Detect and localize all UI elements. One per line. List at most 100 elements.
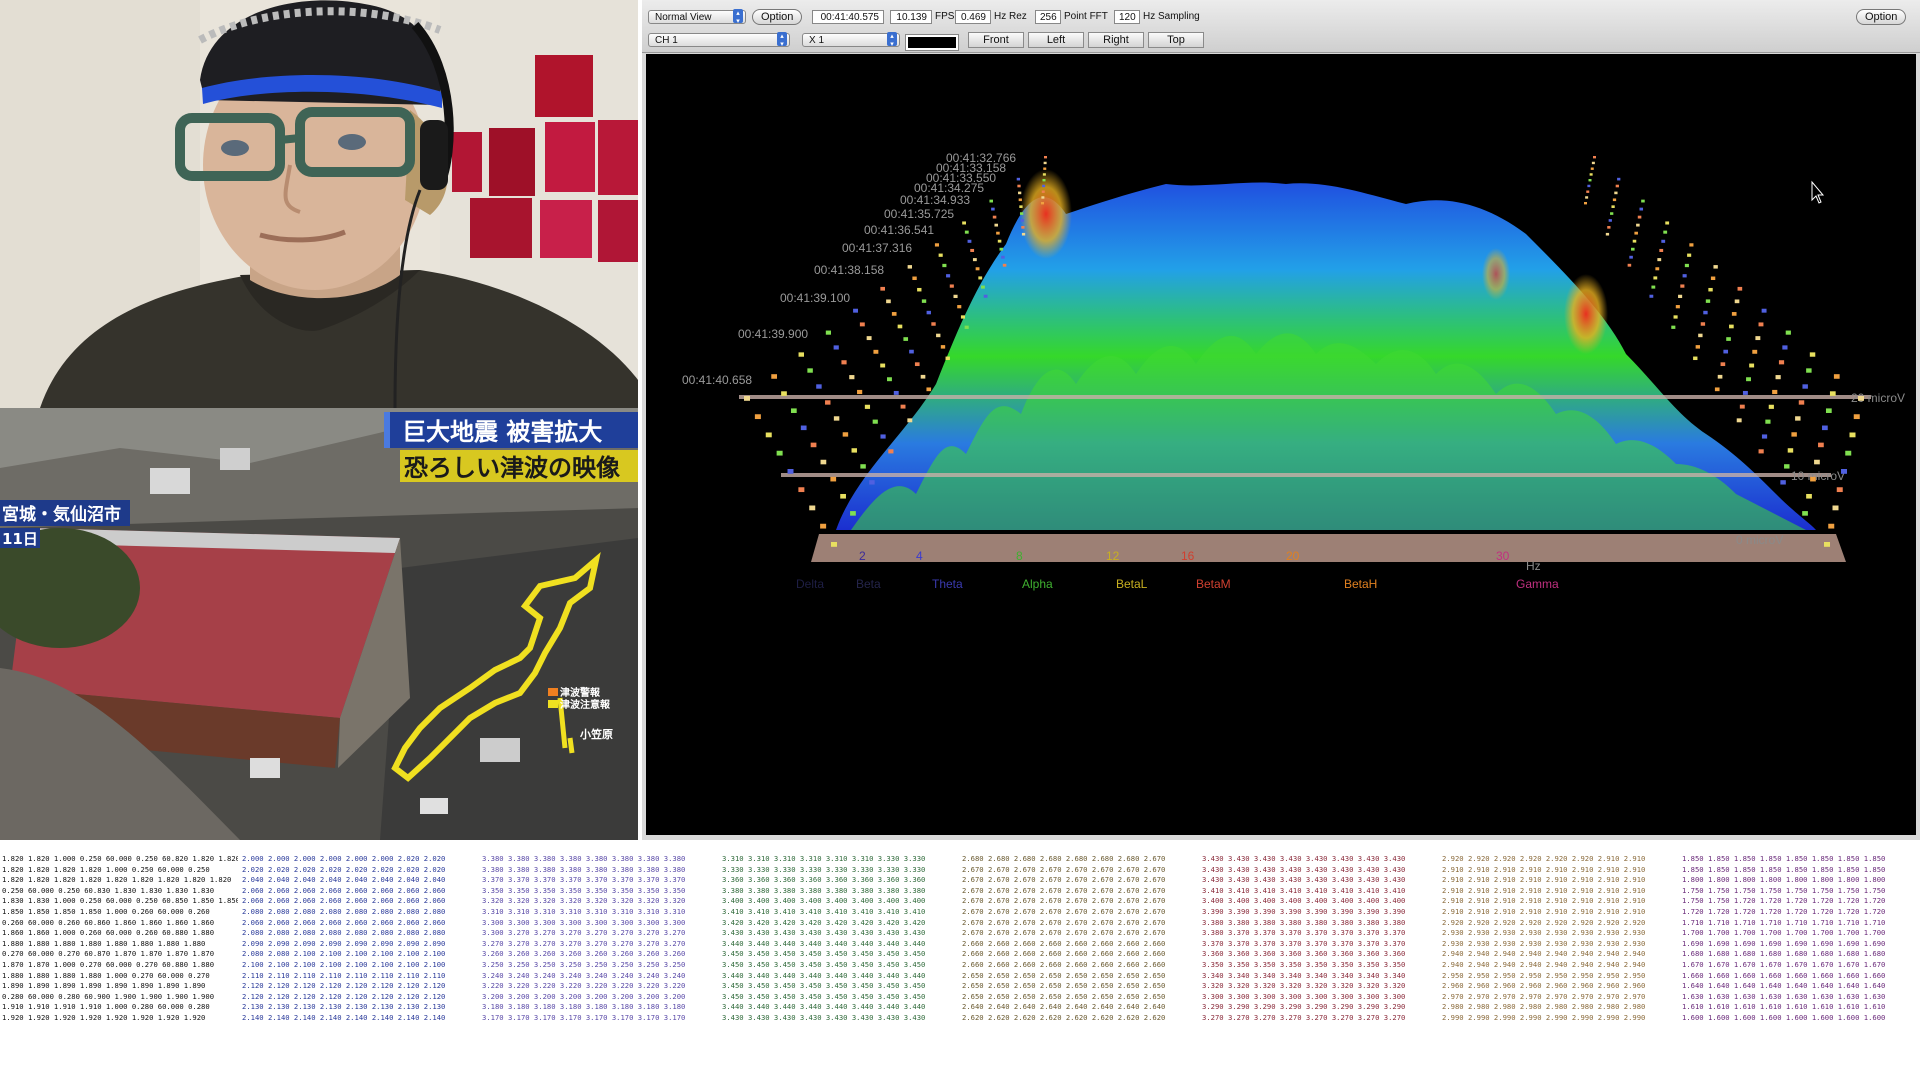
data-row: 2.020 2.020 2.020 2.020 2.020 2.020 2.02… xyxy=(242,864,446,874)
data-row: 2.620 2.620 2.620 2.620 2.620 2.620 2.62… xyxy=(962,1012,1166,1022)
grid-marker xyxy=(1659,248,1664,252)
data-row: 2.670 2.670 2.670 2.670 2.670 2.670 2.67… xyxy=(962,896,1166,906)
grid-marker xyxy=(880,434,886,439)
data-column-3: 3.380 3.380 3.380 3.380 3.380 3.380 3.38… xyxy=(482,854,718,1024)
channel-select[interactable]: CH 1 xyxy=(648,32,790,47)
data-row: 2.650 2.650 2.650 2.650 2.650 2.650 2.65… xyxy=(962,981,1166,991)
toolbar: Normal View Option 00:41:40.575 10.139 F… xyxy=(642,0,1920,53)
webcam-video-panel xyxy=(0,0,638,408)
grid-marker xyxy=(1629,255,1633,259)
band-delta: Delta xyxy=(796,577,824,591)
grid-marker xyxy=(1810,476,1816,482)
data-row: 2.670 2.670 2.670 2.670 2.670 2.670 2.67… xyxy=(962,875,1166,885)
data-row: 3.370 3.370 3.370 3.370 3.370 3.370 3.37… xyxy=(482,875,686,885)
data-row: 1.850 1.850 1.850 1.850 1.850 1.850 1.85… xyxy=(1682,864,1886,874)
grid-marker xyxy=(1853,414,1860,420)
grid-marker xyxy=(1761,434,1768,439)
grid-marker xyxy=(1675,305,1680,309)
data-row: 3.450 3.450 3.450 3.450 3.450 3.450 3.45… xyxy=(722,959,926,969)
data-row: 3.430 3.430 3.430 3.430 3.430 3.430 3.43… xyxy=(722,928,926,938)
eeg-3d-spectrum-plot[interactable]: 20 microV 10 microV 0 microV 00:41:40.65… xyxy=(646,54,1916,835)
grid-marker xyxy=(825,400,831,405)
data-row: 0.270 60.000 0.270 60.870 1.870 1.870 1.… xyxy=(2,949,215,959)
data-row: 1.910 1.910 1.910 1.910 1.000 0.280 60.0… xyxy=(2,1002,210,1012)
data-row: 0.260 60.000 0.260 60.860 1.860 1.860 1.… xyxy=(2,917,215,927)
view-right-button[interactable]: Right xyxy=(1088,32,1144,48)
grid-marker xyxy=(851,448,857,453)
grid-marker xyxy=(849,375,855,380)
hz-rez-field: 0.469 xyxy=(955,10,991,24)
grid-marker xyxy=(989,199,993,203)
view-mode-select[interactable]: Normal View xyxy=(648,9,746,24)
data-row: 2.920 2.920 2.920 2.920 2.920 2.920 2.91… xyxy=(1442,854,1646,863)
data-column-7: 2.920 2.920 2.920 2.920 2.920 2.920 2.91… xyxy=(1442,854,1678,1024)
grid-marker xyxy=(957,305,962,309)
tv-headline-2: 恐ろしい津波の映像 xyxy=(404,454,621,482)
data-row: 2.910 2.910 2.910 2.910 2.910 2.910 2.91… xyxy=(1442,896,1646,906)
grid-marker xyxy=(1044,156,1047,159)
grid-marker xyxy=(945,356,950,361)
data-row: 3.380 3.370 3.370 3.370 3.370 3.370 3.37… xyxy=(1202,928,1406,938)
grid-marker xyxy=(970,248,975,252)
data-row: 3.290 3.290 3.290 3.290 3.290 3.290 3.29… xyxy=(1202,1002,1406,1012)
grid-marker xyxy=(964,325,969,329)
grid-marker xyxy=(798,352,804,357)
view-top-button[interactable]: Top xyxy=(1148,32,1204,48)
grid-marker xyxy=(841,360,847,365)
grid-marker xyxy=(1665,221,1670,225)
grid-marker xyxy=(960,315,966,319)
scale-select[interactable]: X 1 xyxy=(802,32,900,47)
view-front-button[interactable]: Front xyxy=(968,32,1024,48)
data-row: 2.080 2.080 2.100 2.100 2.100 2.100 2.10… xyxy=(242,949,446,959)
grid-marker xyxy=(1041,190,1045,193)
view-left-button[interactable]: Left xyxy=(1028,32,1084,48)
grid-marker xyxy=(1742,390,1748,395)
data-row: 1.700 1.700 1.700 1.700 1.700 1.700 1.70… xyxy=(1682,928,1886,938)
tsunami-footage-illustration: 巨大地震 被害拡大 恐ろしい津波の映像 宮城・気仙沼市 11日 津波警報 津波注… xyxy=(0,408,638,840)
grid-marker xyxy=(921,299,927,303)
option-button-left[interactable]: Option xyxy=(752,9,803,25)
grid-marker xyxy=(776,450,783,456)
grid-marker xyxy=(931,322,936,326)
grid-marker xyxy=(907,418,913,423)
data-row: 2.080 2.080 2.080 2.080 2.080 2.080 2.08… xyxy=(242,906,446,916)
grid-marker xyxy=(1608,219,1612,222)
grid-marker xyxy=(1584,202,1587,205)
data-row: 3.340 3.340 3.340 3.340 3.340 3.340 3.34… xyxy=(1202,970,1406,980)
grid-marker xyxy=(830,476,837,482)
data-column-5: 2.680 2.680 2.680 2.680 2.680 2.680 2.68… xyxy=(962,854,1198,1024)
data-column-1: 1.820 1.820 1.000 0.250 60.000 0.250 60.… xyxy=(2,854,238,1024)
data-row: 1.640 1.640 1.640 1.640 1.640 1.640 1.64… xyxy=(1682,981,1886,991)
grid-marker xyxy=(942,263,947,268)
time-label-2: 00:41:39.100 xyxy=(780,291,850,305)
grid-marker xyxy=(1784,464,1790,469)
grid-marker xyxy=(1043,167,1047,170)
grid-marker xyxy=(1639,207,1644,211)
grid-marker xyxy=(744,396,750,401)
data-row: 2.680 2.680 2.680 2.680 2.680 2.680 2.68… xyxy=(962,854,1166,863)
grid-marker xyxy=(1841,469,1847,474)
option-button-right[interactable]: Option xyxy=(1856,9,1907,25)
data-row: 1.870 1.870 1.000 0.270 60.000 0.270 60.… xyxy=(2,959,215,969)
grid-marker xyxy=(1749,363,1755,368)
data-row: 2.920 2.920 2.920 2.920 2.920 2.920 2.92… xyxy=(1442,917,1646,927)
grid-marker xyxy=(866,336,872,341)
grid-marker xyxy=(1703,310,1708,315)
data-row: 2.940 2.940 2.940 2.940 2.940 2.940 2.94… xyxy=(1442,949,1646,959)
color-swatch[interactable] xyxy=(905,34,959,51)
data-row: 3.380 3.380 3.380 3.380 3.380 3.380 3.38… xyxy=(482,854,686,863)
grid-marker xyxy=(873,349,879,354)
grid-marker xyxy=(1858,396,1864,401)
grid-marker xyxy=(872,419,878,424)
grid-marker xyxy=(917,287,922,292)
mouse-cursor-icon xyxy=(1811,180,1825,204)
grid-marker xyxy=(940,345,946,349)
webcam-frame-illustration xyxy=(0,0,638,408)
freq-tick-30: 30 xyxy=(1496,549,1510,563)
grid-marker xyxy=(1814,459,1820,465)
data-row: 2.000 2.000 2.000 2.000 2.000 2.000 2.02… xyxy=(242,854,446,863)
data-row: 2.660 2.660 2.660 2.660 2.660 2.660 2.66… xyxy=(962,938,1166,948)
grid-marker xyxy=(999,247,1004,251)
grid-marker xyxy=(912,276,917,281)
data-row: 3.270 3.270 3.270 3.270 3.270 3.270 3.27… xyxy=(482,938,686,948)
